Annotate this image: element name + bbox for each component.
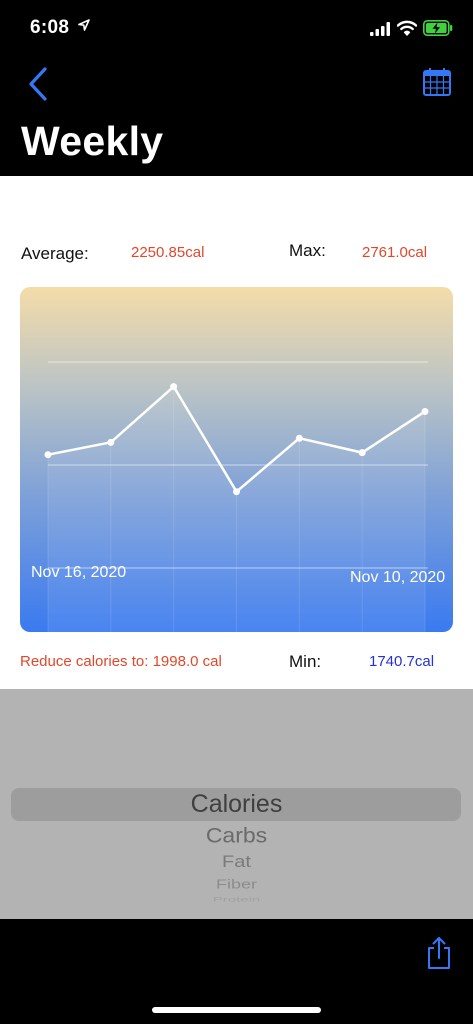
chevron-left-icon <box>29 67 47 101</box>
nutrient-picker[interactable]: Calories Carbs Fat Fiber Protein <box>0 689 473 919</box>
max-label: Max: <box>289 241 326 260</box>
home-indicator <box>152 1007 321 1013</box>
picker-item-protein[interactable]: Protein <box>0 896 473 904</box>
data-point <box>44 451 52 459</box>
data-point <box>107 438 115 446</box>
stats-panel: Average: 2250.85cal Max: 2761.0cal Nov 1… <box>0 176 473 689</box>
data-point <box>358 449 366 457</box>
calorie-line-chart: Nov 16, 2020 Nov 10, 2020 <box>20 287 453 632</box>
navigation-header: Weekly <box>0 56 473 176</box>
share-icon <box>428 937 450 969</box>
min-value: 1740.7cal <box>369 653 435 670</box>
data-point <box>421 407 429 415</box>
picker-item-fat[interactable]: Fat <box>0 853 473 873</box>
back-button[interactable] <box>26 64 56 104</box>
data-point <box>233 488 240 496</box>
status-time: 6:08 <box>30 17 70 38</box>
average-label: Average: <box>21 244 89 263</box>
x-tick-label-start: Nov 16, 2020 <box>31 564 126 581</box>
picker-item-fiber[interactable]: Fiber <box>0 877 473 892</box>
page-title: Weekly <box>21 118 164 164</box>
calendar-icon <box>423 68 451 96</box>
average-value: 2250.85cal <box>131 244 205 261</box>
min-label: Min: <box>289 652 322 671</box>
cellular-signal-icon <box>370 22 390 36</box>
data-point <box>295 434 303 442</box>
status-bar: 6:08 <box>0 0 473 56</box>
location-arrow-icon <box>78 19 90 31</box>
wifi-icon <box>397 20 417 36</box>
bottom-toolbar <box>0 919 473 1024</box>
picker-item-carbs[interactable]: Carbs <box>0 823 473 848</box>
battery-charging-icon <box>423 20 453 36</box>
reduce-calories-text: Reduce calories to: 1998.0 cal <box>20 653 222 670</box>
max-value: 2761.0cal <box>362 244 428 261</box>
picker-item-calories[interactable]: Calories <box>0 790 473 819</box>
share-button[interactable] <box>425 935 453 971</box>
data-point <box>170 383 178 391</box>
chart-svg: Nov 16, 2020 Nov 10, 2020 <box>31 361 445 632</box>
calendar-button[interactable] <box>421 66 453 98</box>
x-tick-label-end: Nov 10, 2020 <box>350 569 445 586</box>
